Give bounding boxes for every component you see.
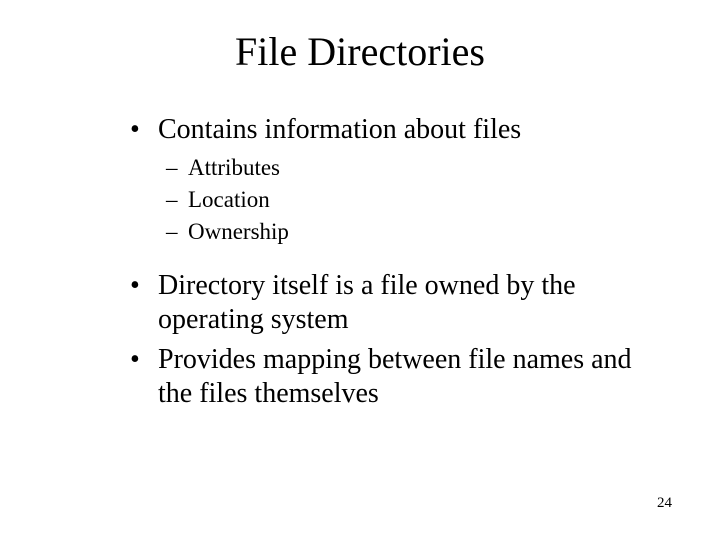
- bullet-item: • Contains information about files: [130, 113, 640, 147]
- dash-marker-icon: –: [166, 185, 188, 215]
- slide-container: File Directories • Contains information …: [0, 0, 720, 540]
- sub-item: – Attributes: [166, 153, 640, 183]
- sub-text: Ownership: [188, 217, 289, 247]
- sub-item: – Location: [166, 185, 640, 215]
- slide-title: File Directories: [0, 28, 720, 75]
- page-number: 24: [657, 495, 672, 512]
- bullet-text: Contains information about files: [158, 113, 521, 147]
- sub-text: Attributes: [188, 153, 280, 183]
- bullet-marker-icon: •: [130, 113, 158, 147]
- bullet-item: • Provides mapping between file names an…: [130, 343, 640, 411]
- bullet-text: Directory itself is a file owned by the …: [158, 269, 640, 337]
- sub-item: – Ownership: [166, 217, 640, 247]
- dash-marker-icon: –: [166, 153, 188, 183]
- sub-text: Location: [188, 185, 270, 215]
- sub-list: – Attributes – Location – Ownership: [130, 153, 640, 247]
- bullet-marker-icon: •: [130, 343, 158, 377]
- bullet-item: • Directory itself is a file owned by th…: [130, 269, 640, 337]
- bullet-marker-icon: •: [130, 269, 158, 303]
- dash-marker-icon: –: [166, 217, 188, 247]
- bullet-text: Provides mapping between file names and …: [158, 343, 640, 411]
- slide-content: • Contains information about files – Att…: [0, 113, 720, 411]
